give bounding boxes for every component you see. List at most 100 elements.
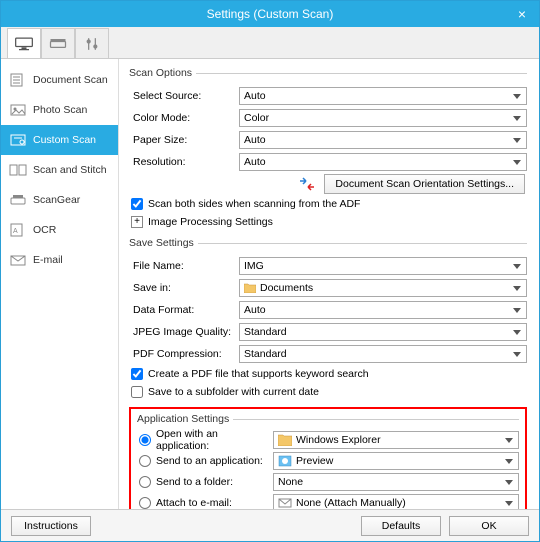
checkbox-scan-both-sides[interactable] [131, 198, 143, 210]
ocr-icon: A [9, 223, 27, 237]
sidebar-item-scan-stitch[interactable]: Scan and Stitch [1, 155, 118, 185]
button-label: OK [481, 520, 496, 532]
radio-attach-email[interactable] [139, 497, 151, 509]
defaults-button[interactable]: Defaults [361, 516, 441, 536]
radio-send-to-folder[interactable] [139, 476, 151, 488]
titlebar: Settings (Custom Scan) × [1, 1, 539, 27]
select-color-mode[interactable]: Color [239, 109, 527, 127]
select-value: IMG [244, 260, 264, 272]
sidebar-item-label: Document Scan [33, 74, 108, 86]
sidebar: Document Scan Photo Scan Custom Scan Sca… [1, 59, 119, 509]
label-save-in: Save in: [129, 282, 239, 294]
sidebar-item-label: OCR [33, 224, 56, 236]
photo-icon [9, 103, 27, 117]
select-value: Color [244, 112, 269, 124]
input-file-name[interactable]: IMG [239, 257, 527, 275]
preview-icon [278, 455, 292, 467]
sidebar-item-label: ScanGear [33, 194, 80, 206]
sidebar-item-document-scan[interactable]: Document Scan [1, 65, 118, 95]
tab-tools[interactable] [75, 28, 109, 58]
settings-window: Settings (Custom Scan) × Document Scan P… [0, 0, 540, 542]
radio-label: Open with an application: [156, 428, 273, 452]
top-tabbar [1, 27, 539, 59]
select-send-to-folder[interactable]: None [273, 473, 519, 491]
select-value: None [278, 476, 303, 488]
swap-icon[interactable] [296, 177, 318, 191]
select-data-format[interactable]: Auto [239, 301, 527, 319]
expand-image-processing[interactable]: + Image Processing Settings [129, 213, 527, 231]
sidebar-item-label: E-mail [33, 254, 63, 266]
scanner-icon [48, 36, 68, 52]
orientation-settings-button[interactable]: Document Scan Orientation Settings... [324, 174, 525, 194]
close-icon[interactable]: × [513, 5, 531, 23]
sidebar-item-label: Custom Scan [33, 134, 96, 146]
button-label: Instructions [24, 520, 78, 532]
radio-open-with-app[interactable] [139, 434, 151, 446]
select-value: Auto [244, 90, 266, 102]
tab-scanner[interactable] [41, 28, 75, 58]
main-panel: Scan Options Select Source: Auto Color M… [119, 59, 539, 509]
label-file-name: File Name: [129, 260, 239, 272]
sidebar-item-email[interactable]: E-mail [1, 245, 118, 275]
save-settings-section: Save Settings File Name: IMG Save in: Do… [129, 237, 527, 405]
label-pdf-compression: PDF Compression: [129, 348, 239, 360]
select-save-in[interactable]: Documents [239, 279, 527, 297]
sidebar-item-ocr[interactable]: A OCR [1, 215, 118, 245]
select-value: Standard [244, 326, 287, 338]
select-value: Preview [296, 455, 333, 467]
select-resolution[interactable]: Auto [239, 153, 527, 171]
application-settings-highlight: Application Settings Open with an applic… [129, 407, 527, 509]
select-value: Auto [244, 304, 266, 316]
select-source[interactable]: Auto [239, 87, 527, 105]
section-title: Scan Options [129, 67, 196, 79]
select-value: Auto [244, 156, 266, 168]
instructions-button[interactable]: Instructions [11, 516, 91, 536]
select-jpeg-quality[interactable]: Standard [239, 323, 527, 341]
select-send-to-app[interactable]: Preview [273, 452, 519, 470]
ok-button[interactable]: OK [449, 516, 529, 536]
custom-icon [9, 133, 27, 147]
sidebar-item-photo-scan[interactable]: Photo Scan [1, 95, 118, 125]
sidebar-item-label: Scan and Stitch [33, 164, 107, 176]
email-icon [9, 253, 27, 267]
sliders-icon [82, 36, 102, 52]
scangear-icon [9, 193, 27, 207]
folder-icon [244, 283, 256, 293]
radio-label: Send to an application: [156, 455, 263, 467]
radio-label: Attach to e-mail: [156, 497, 232, 509]
select-value: Documents [260, 282, 313, 294]
svg-text:A: A [13, 228, 18, 235]
footer: Instructions Defaults OK [1, 509, 539, 541]
label-jpeg-quality: JPEG Image Quality: [129, 326, 239, 338]
label-select-source: Select Source: [129, 90, 239, 102]
select-value: Standard [244, 348, 287, 360]
select-value: Windows Explorer [296, 434, 381, 446]
button-label: Document Scan Orientation Settings... [335, 178, 514, 190]
sidebar-item-scangear[interactable]: ScanGear [1, 185, 118, 215]
section-title: Save Settings [129, 237, 198, 249]
checkbox-keyword-search[interactable] [131, 368, 143, 380]
checkbox-label: Scan both sides when scanning from the A… [148, 198, 360, 210]
scan-options-section: Scan Options Select Source: Auto Color M… [129, 67, 527, 235]
application-settings-section: Application Settings Open with an applic… [137, 413, 519, 509]
mail-icon [278, 497, 292, 509]
select-attach-email[interactable]: None (Attach Manually) [273, 494, 519, 510]
select-open-with-app[interactable]: Windows Explorer [273, 431, 519, 449]
checkbox-label: Create a PDF file that supports keyword … [148, 368, 369, 380]
plus-icon: + [131, 216, 143, 228]
expander-label: Image Processing Settings [148, 216, 273, 228]
explorer-icon [278, 434, 292, 446]
select-value: Auto [244, 134, 266, 146]
select-pdf-compression[interactable]: Standard [239, 345, 527, 363]
checkbox-label: Save to a subfolder with current date [148, 386, 319, 398]
checkbox-subfolder-date[interactable] [131, 386, 143, 398]
radio-label: Send to a folder: [156, 476, 233, 488]
document-icon [9, 73, 27, 87]
window-title: Settings (Custom Scan) [207, 7, 334, 21]
sidebar-item-custom-scan[interactable]: Custom Scan [1, 125, 118, 155]
radio-send-to-app[interactable] [139, 455, 151, 467]
tab-computer[interactable] [7, 28, 41, 58]
select-paper-size[interactable]: Auto [239, 131, 527, 149]
stitch-icon [9, 163, 27, 177]
label-resolution: Resolution: [129, 156, 239, 168]
